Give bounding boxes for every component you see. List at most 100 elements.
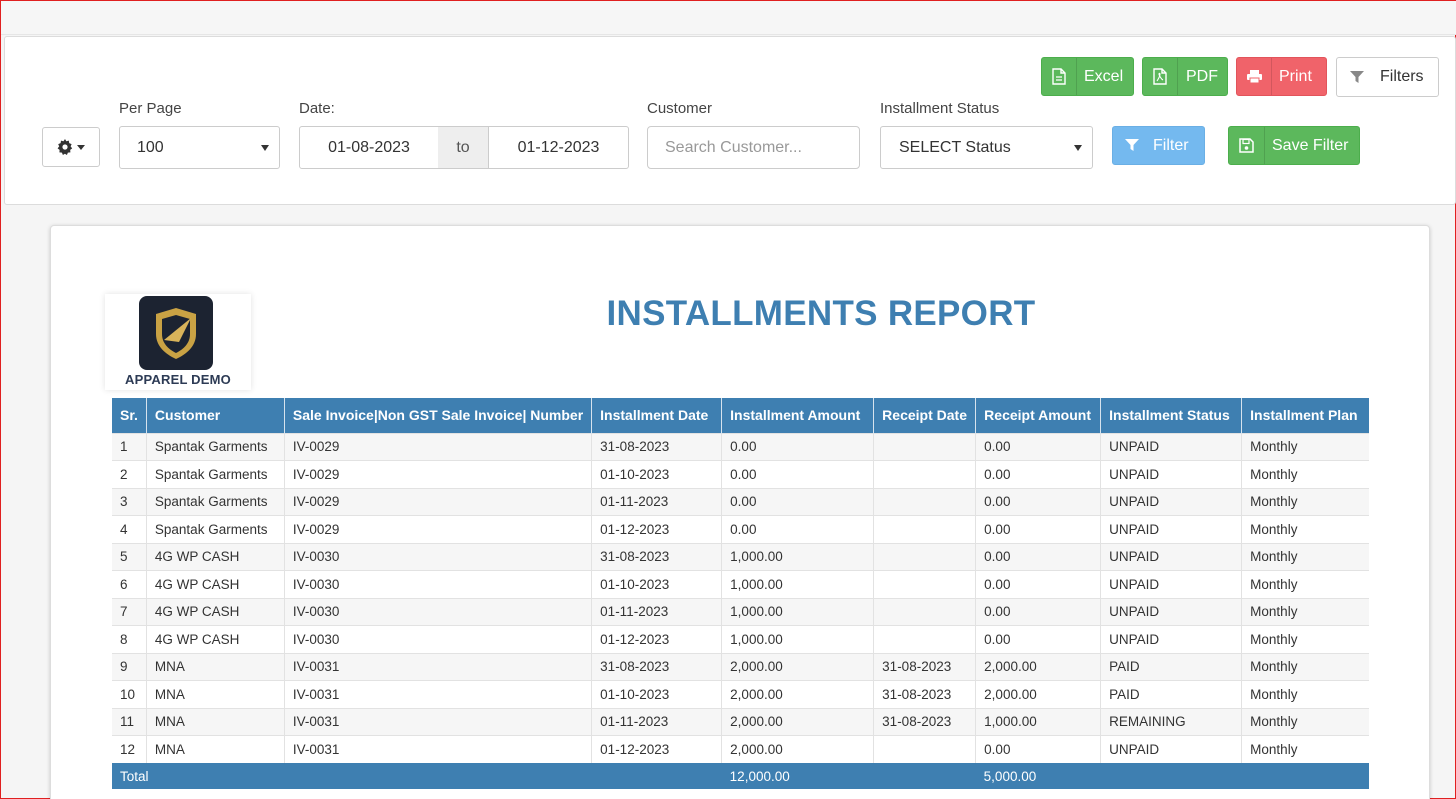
- table-cell: 4G WP CASH: [146, 570, 285, 598]
- table-cell: Monthly: [1241, 570, 1369, 598]
- table-cell: 0.00: [721, 515, 875, 543]
- table-cell: UNPAID: [1100, 487, 1243, 516]
- table-cell: 01-11-2023: [591, 597, 723, 626]
- table-cell: IV-0030: [284, 597, 593, 626]
- column-header: Sr.: [112, 398, 147, 433]
- table-cell: [873, 432, 977, 461]
- table-cell: UNPAID: [1100, 542, 1243, 571]
- table-cell: Monthly: [1241, 680, 1369, 708]
- date-label: Date:: [299, 100, 335, 117]
- table-cell: 01-11-2023: [591, 487, 723, 516]
- filters-label: Filters: [1380, 68, 1424, 85]
- print-label: Print: [1279, 67, 1312, 85]
- table-cell: 2,000.00: [721, 652, 875, 681]
- table-cell: IV-0029: [284, 460, 593, 488]
- table-cell: MNA: [146, 680, 285, 708]
- table-cell: 0.00: [975, 460, 1102, 488]
- date-to-sep: to: [456, 138, 470, 156]
- company-logo: APPAREL DEMO: [105, 294, 251, 390]
- per-page-select[interactable]: 100: [119, 126, 280, 169]
- customer-search-input[interactable]: Search Customer...: [647, 126, 860, 169]
- table-cell: [873, 460, 977, 488]
- table-cell: [873, 515, 977, 543]
- printer-icon: [1237, 58, 1271, 95]
- save-filter-button[interactable]: Save Filter: [1228, 126, 1360, 165]
- funnel-icon: [1337, 58, 1377, 96]
- column-header: Customer: [146, 398, 285, 433]
- excel-button[interactable]: Excel: [1041, 57, 1134, 96]
- table-cell: 0.00: [721, 487, 875, 516]
- customer-label: Customer: [647, 100, 713, 117]
- chevron-down-icon: [261, 144, 269, 151]
- table-row: 1 Spantak Garments IV-0029 31-08-2023 0.00 0.…: [112, 432, 1369, 461]
- table-cell: Monthly: [1241, 707, 1369, 736]
- table-cell: 31-08-2023: [591, 652, 723, 681]
- column-header: Installment Plan: [1241, 398, 1369, 433]
- table-cell: 31-08-2023: [591, 542, 723, 571]
- table-cell: [873, 597, 977, 626]
- table-cell: 01-11-2023: [591, 707, 723, 736]
- table-cell: 0.00: [975, 515, 1102, 543]
- table-cell: 1,000.00: [721, 542, 875, 571]
- apply-filter-button[interactable]: Filter: [1112, 126, 1205, 165]
- date-from-input[interactable]: 01-08-2023: [299, 126, 439, 169]
- table-cell: 0.00: [975, 735, 1102, 763]
- column-header: Receipt Date: [873, 398, 977, 433]
- table-cell: PAID: [1100, 652, 1243, 681]
- installment-status-select[interactable]: SELECT Status: [880, 126, 1093, 169]
- pdf-button[interactable]: PDF: [1142, 57, 1228, 96]
- table-row: 8 4G WP CASH IV-0030 01-12-2023 1,000.00 0.00…: [112, 625, 1369, 653]
- logo-text: APPAREL DEMO: [125, 372, 231, 387]
- date-from-value: 01-08-2023: [328, 138, 410, 156]
- table-cell: 3: [112, 487, 147, 516]
- filter-label: Filter: [1153, 136, 1189, 154]
- report-card: APPAREL DEMO INSTALLMENTS REPORT Sr. Cus…: [50, 225, 1430, 799]
- print-button[interactable]: Print: [1236, 57, 1327, 96]
- table-cell: 4: [112, 515, 147, 543]
- table-cell: IV-0031: [284, 707, 593, 736]
- table-cell: 01-12-2023: [591, 625, 723, 653]
- table-cell: 9: [112, 652, 147, 681]
- table-cell: UNPAID: [1100, 570, 1243, 598]
- excel-label: Excel: [1084, 67, 1124, 85]
- date-to-input[interactable]: 01-12-2023: [488, 126, 629, 169]
- table-cell: IV-0030: [284, 570, 593, 598]
- filter-panel: Excel PDF Print Filters Per Page 100 Dat…: [4, 36, 1456, 205]
- table-cell: 0.00: [721, 460, 875, 488]
- table-cell: 6: [112, 570, 147, 598]
- filters-toggle-button[interactable]: Filters: [1336, 57, 1439, 97]
- table-cell: Spantak Garments: [146, 487, 285, 516]
- table-row: 10 MNA IV-0031 01-10-2023 2,000.00 31-08-2023…: [112, 680, 1369, 708]
- table-cell: 01-10-2023: [591, 680, 723, 708]
- table-row: 11 MNA IV-0031 01-11-2023 2,000.00 31-08-2023…: [112, 707, 1369, 736]
- report-title: INSTALLMENTS REPORT: [606, 294, 1036, 333]
- settings-dropdown-button[interactable]: [42, 127, 100, 167]
- column-header: Sale Invoice|Non GST Sale Invoice| Numbe…: [284, 398, 593, 433]
- total-label: Total: [112, 763, 722, 789]
- table-cell: 2,000.00: [975, 680, 1102, 708]
- table-cell: UNPAID: [1100, 597, 1243, 626]
- table-cell: 31-08-2023: [873, 680, 977, 708]
- table-cell: 2: [112, 460, 147, 488]
- table-cell: Spantak Garments: [146, 432, 285, 461]
- chevron-down-icon: [1074, 144, 1082, 151]
- table-row: 4 Spantak Garments IV-0029 01-12-2023 0.00 0.…: [112, 515, 1369, 543]
- table-cell: 4G WP CASH: [146, 542, 285, 571]
- file-pdf-icon: [1143, 58, 1177, 95]
- table-cell: UNPAID: [1100, 735, 1243, 763]
- table-cell: IV-0031: [284, 735, 593, 763]
- table-cell: UNPAID: [1100, 515, 1243, 543]
- table-cell: [873, 570, 977, 598]
- table-cell: MNA: [146, 735, 285, 763]
- table-cell: [873, 735, 977, 763]
- save-filter-label: Save Filter: [1272, 136, 1349, 154]
- table-cell: IV-0031: [284, 652, 593, 681]
- table-row: 3 Spantak Garments IV-0029 01-11-2023 0.00 0.…: [112, 487, 1369, 516]
- table-row: 12 MNA IV-0031 01-12-2023 2,000.00 0.00 UNPAID…: [112, 735, 1369, 763]
- table-cell: 8: [112, 625, 147, 653]
- table-cell: 0.00: [975, 487, 1102, 516]
- table-cell: 4G WP CASH: [146, 597, 285, 626]
- table-cell: [873, 625, 977, 653]
- table-cell: Monthly: [1241, 652, 1369, 681]
- table-cell: [873, 542, 977, 571]
